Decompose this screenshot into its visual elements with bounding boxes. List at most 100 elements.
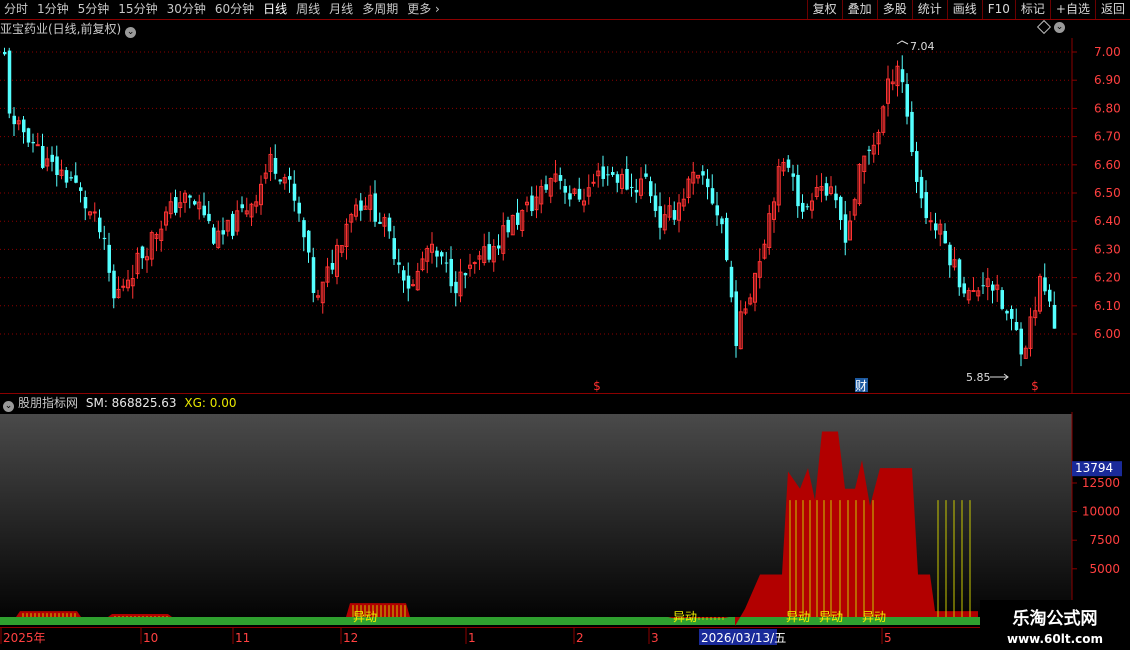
- candle-body-down: [444, 262, 449, 264]
- candle-body-down: [278, 179, 282, 182]
- event-marker: $: [593, 379, 601, 393]
- period-tab[interactable]: 分时: [0, 0, 33, 19]
- candle-body-up: [971, 290, 976, 293]
- date-axis-label: 12: [343, 631, 358, 645]
- period-tab[interactable]: 30分钟: [163, 0, 211, 19]
- period-tab[interactable]: 60分钟: [211, 0, 259, 19]
- toolbar-button[interactable]: +自选: [1049, 0, 1095, 19]
- candle-body-down: [934, 223, 938, 231]
- candle-body-down: [924, 192, 928, 219]
- candle-body-down: [55, 156, 59, 176]
- candle-body-down: [302, 220, 306, 238]
- candle-body-down: [107, 244, 111, 273]
- candle-body-up: [591, 181, 596, 184]
- candle-body-down: [601, 166, 605, 179]
- candle-body-down: [69, 177, 73, 179]
- candle-body-down: [64, 170, 69, 183]
- period-tab[interactable]: 1分钟: [33, 0, 74, 19]
- candle-body-down: [22, 119, 26, 133]
- toolbar-button[interactable]: 多股: [876, 0, 912, 19]
- candle-body-down: [611, 172, 615, 175]
- candle-body-down: [843, 214, 848, 243]
- candle-body-down: [41, 145, 45, 168]
- chevron-down-icon[interactable]: ⌄: [125, 27, 137, 38]
- candle-body-down: [506, 219, 510, 233]
- candle-body-down: [83, 197, 88, 209]
- price-axis-label: 6.70: [1094, 130, 1121, 144]
- candle-body-down: [558, 175, 563, 181]
- candle-body-down: [330, 262, 335, 270]
- candle-body-down: [497, 245, 501, 249]
- candle-body-down: [1052, 304, 1057, 329]
- candle-body-down: [516, 212, 520, 225]
- toolbar-button[interactable]: F10: [981, 0, 1015, 19]
- candle-body-down: [1019, 328, 1023, 355]
- candle-body-down: [212, 227, 216, 244]
- candle-body-down: [801, 202, 805, 212]
- candle-body-down: [359, 200, 363, 211]
- candle-body-down: [406, 275, 411, 289]
- toolbar-button[interactable]: 统计: [911, 0, 947, 19]
- candle-body-up: [928, 220, 933, 223]
- chevron-down-icon[interactable]: ⌄: [3, 401, 14, 412]
- candle-body-down: [530, 195, 534, 212]
- candle-body-down: [98, 217, 102, 233]
- candle-body-down: [12, 115, 16, 125]
- candle-body-down: [701, 171, 705, 176]
- watermark-title: 乐淘公式网: [1012, 609, 1098, 629]
- diamond-icon[interactable]: [1036, 19, 1052, 35]
- date-axis-label: 3: [651, 631, 659, 645]
- candle-body-down: [948, 244, 952, 266]
- price-axis-label: 6.20: [1094, 271, 1121, 285]
- price-axis-label: 6.80: [1094, 101, 1121, 115]
- candle-body-down: [634, 189, 639, 193]
- chevron-down-icon[interactable]: ⌄: [1054, 22, 1065, 33]
- candle-body-down: [962, 283, 966, 294]
- candle-body-down: [867, 149, 871, 151]
- candle-body-down: [725, 217, 729, 261]
- candle-body-down: [644, 173, 648, 177]
- candle-body-down: [943, 230, 947, 244]
- indicator-axis-label: 12500: [1082, 476, 1120, 490]
- candle-body-down: [454, 281, 458, 294]
- period-tab[interactable]: 日线: [259, 0, 292, 19]
- candle-body-down: [805, 206, 810, 208]
- indicator-title-row: ⌄ 股朋指标网 SM: 868825.63 XG: 0.00: [0, 395, 237, 412]
- candle-body-down: [449, 258, 453, 287]
- signal-label: 异动: [862, 610, 886, 624]
- period-tab[interactable]: 月线: [325, 0, 358, 19]
- candle-body-down: [231, 213, 235, 236]
- stock-title: 亚宝药业(日线,前复权): [0, 22, 122, 36]
- candle-body-down: [297, 202, 301, 214]
- period-tab[interactable]: 多周期: [358, 0, 403, 19]
- current-value-label: 13794: [1075, 461, 1113, 475]
- candle-body-down: [734, 291, 738, 347]
- price-axis-label: 6.00: [1094, 327, 1121, 341]
- period-tab[interactable]: 周线: [292, 0, 325, 19]
- date-axis-label: 10: [143, 631, 158, 645]
- toolbar-button[interactable]: 标记: [1014, 0, 1050, 19]
- signal-label: 异动: [673, 610, 697, 624]
- candle-body-down: [1014, 321, 1019, 330]
- toolbar-button[interactable]: 返回: [1094, 0, 1130, 19]
- toolbar-button[interactable]: 复权: [806, 0, 842, 19]
- candle-body-down: [288, 176, 292, 180]
- action-buttons: 复权 叠加 多股 统计 画线 F10 标记 +自选 返回: [806, 0, 1130, 19]
- candle-body-down: [1048, 289, 1052, 302]
- candle-body-down: [397, 262, 401, 265]
- baseline-band: [0, 617, 1072, 625]
- chart-title-row: 亚宝药业(日线,前复权) ⌄: [0, 20, 137, 38]
- candle-body-down: [957, 259, 962, 288]
- indicator-chart[interactable]: 异动 异动 异动 异动 异动 12500100007500500013794 2025年…: [0, 412, 1130, 650]
- candlestick-chart[interactable]: 7.00 6.90 6.80 6.70 6.60 6.50 6.40 6.30 6.20 6.10…: [0, 38, 1130, 394]
- period-tab[interactable]: 更多 ›: [403, 0, 445, 19]
- toolbar-button[interactable]: 画线: [946, 0, 982, 19]
- toolbar-button[interactable]: 叠加: [841, 0, 877, 19]
- candle-body-down: [112, 270, 116, 299]
- candle-body-down: [981, 285, 985, 287]
- candle-body-down: [1000, 290, 1004, 309]
- candle-body-down: [7, 50, 12, 114]
- period-tab[interactable]: 15分钟: [114, 0, 162, 19]
- candle-body-down: [378, 221, 382, 224]
- period-tab[interactable]: 5分钟: [74, 0, 115, 19]
